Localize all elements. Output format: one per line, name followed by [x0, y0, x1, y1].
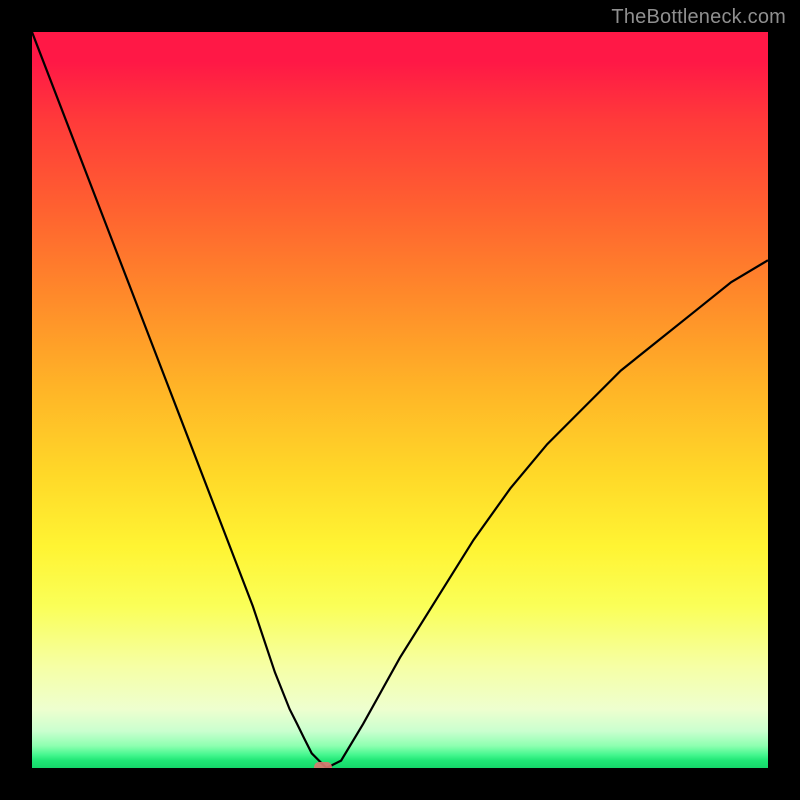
- chart-frame: TheBottleneck.com: [0, 0, 800, 800]
- bottleneck-curve: [32, 32, 768, 768]
- minimum-marker: [314, 762, 332, 768]
- watermark-text: TheBottleneck.com: [611, 6, 786, 29]
- plot-area: [32, 32, 768, 768]
